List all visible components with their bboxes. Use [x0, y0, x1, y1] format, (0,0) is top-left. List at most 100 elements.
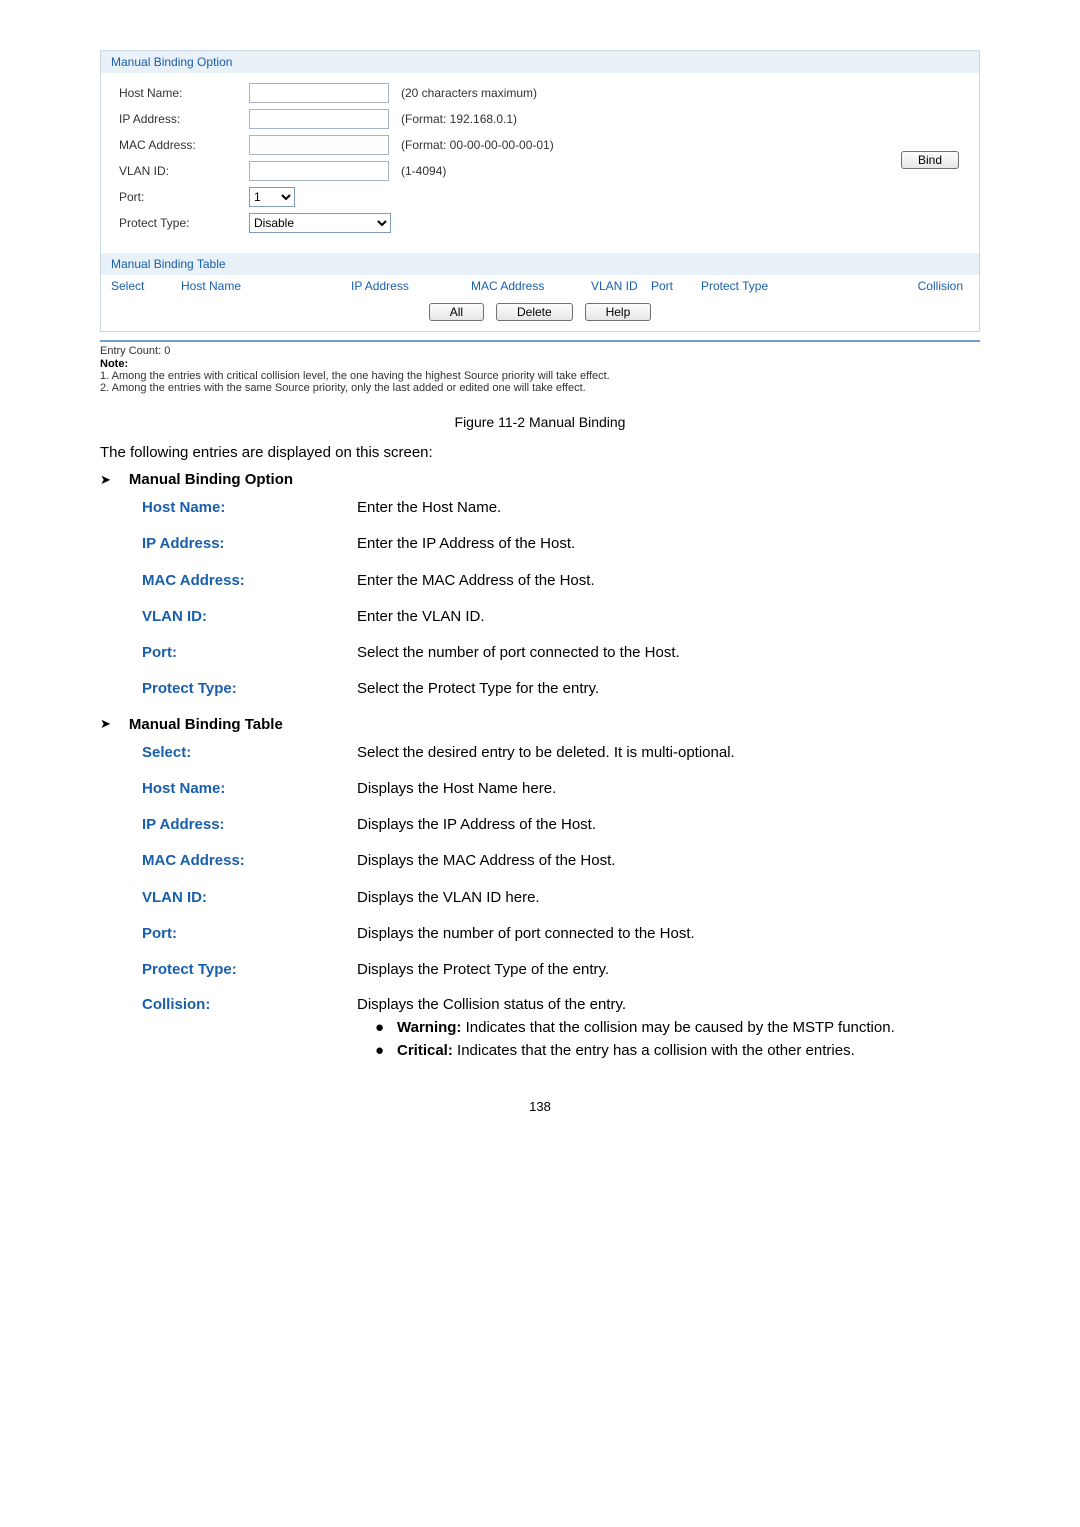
def-row: Host Name: Enter the Host Name.: [142, 498, 980, 518]
def-desc: Displays the VLAN ID here.: [357, 888, 980, 908]
collision-block: Collision: Displays the Collision status…: [142, 996, 980, 1013]
note-line-1: 1. Among the entries with critical colli…: [100, 370, 980, 382]
def-desc: Displays the MAC Address of the Host.: [357, 851, 980, 871]
def-desc: Select the desired entry to be deleted. …: [357, 743, 980, 763]
bullet-item: ● Warning: Indicates that the collision …: [375, 1019, 980, 1036]
def-term: IP Address:: [142, 534, 357, 554]
input-hostname[interactable]: [249, 83, 389, 103]
table-button-row: All Delete Help: [101, 297, 979, 331]
bullet-bold: Warning:: [397, 1019, 461, 1036]
option-body: Host Name: (20 characters maximum) IP Ad…: [101, 73, 979, 253]
select-protect-type[interactable]: Disable: [249, 213, 391, 233]
col-ptype: Protect Type: [701, 279, 811, 293]
col-mac: MAC Address: [471, 279, 591, 293]
label-vlan: VLAN ID:: [119, 164, 249, 178]
collision-term: Collision:: [142, 996, 357, 1013]
def-row: Protect Type: Select the Protect Type fo…: [142, 679, 980, 699]
hint-ip: (Format: 192.168.0.1): [401, 112, 517, 126]
def-row: Protect Type: Displays the Protect Type …: [142, 960, 980, 980]
table-section-header: Manual Binding Table: [101, 253, 979, 275]
bullet-item: ● Critical: Indicates that the entry has…: [375, 1042, 980, 1059]
def-term: Host Name:: [142, 779, 357, 799]
bullet-dot-icon: ●: [375, 1042, 397, 1059]
input-vlan[interactable]: [249, 161, 389, 181]
row-port: Port: 1: [119, 187, 961, 207]
def-row: MAC Address: Enter the MAC Address of th…: [142, 571, 980, 591]
section-b-title: Manual Binding Table: [129, 716, 283, 733]
delete-button[interactable]: Delete: [496, 303, 573, 321]
def-term: VLAN ID:: [142, 888, 357, 908]
def-desc: Enter the Host Name.: [357, 498, 980, 518]
def-desc: Select the Protect Type for the entry.: [357, 679, 980, 699]
bullet-dot-icon: ●: [375, 1019, 397, 1036]
entry-count: Entry Count: 0: [100, 345, 980, 357]
arrow-icon: ➤: [100, 716, 111, 732]
intro-text: The following entries are displayed on t…: [100, 444, 980, 461]
def-desc: Displays the Protect Type of the entry.: [357, 960, 980, 980]
section-a-title: Manual Binding Option: [129, 471, 293, 488]
collision-desc: Displays the Collision status of the ent…: [357, 996, 980, 1013]
bullet-rest: Indicates that the entry has a collision…: [453, 1042, 855, 1059]
row-ip: IP Address: (Format: 192.168.0.1): [119, 109, 961, 129]
col-hostname: Host Name: [181, 279, 351, 293]
hint-mac: (Format: 00-00-00-00-00-01): [401, 138, 554, 152]
col-ip: IP Address: [351, 279, 471, 293]
def-term: MAC Address:: [142, 571, 357, 591]
def-desc: Select the number of port connected to t…: [357, 643, 980, 663]
label-protect: Protect Type:: [119, 216, 249, 230]
bullet-text: Critical: Indicates that the entry has a…: [397, 1042, 980, 1059]
def-row: Host Name: Displays the Host Name here.: [142, 779, 980, 799]
collision-top: Collision: Displays the Collision status…: [142, 996, 980, 1013]
def-row: IP Address: Enter the IP Address of the …: [142, 534, 980, 554]
row-hostname: Host Name: (20 characters maximum): [119, 83, 961, 103]
all-button[interactable]: All: [429, 303, 484, 321]
table-columns: Select Host Name IP Address MAC Address …: [101, 275, 979, 297]
bullet-text: Warning: Indicates that the collision ma…: [397, 1019, 980, 1036]
label-mac: MAC Address:: [119, 138, 249, 152]
def-term: Host Name:: [142, 498, 357, 518]
manual-binding-panel: Manual Binding Option Host Name: (20 cha…: [100, 50, 980, 332]
def-row: VLAN ID: Displays the VLAN ID here.: [142, 888, 980, 908]
def-term: MAC Address:: [142, 851, 357, 871]
input-ip[interactable]: [249, 109, 389, 129]
col-vlan: VLAN ID: [591, 279, 651, 293]
collision-bullets: ● Warning: Indicates that the collision …: [375, 1019, 980, 1059]
def-term: Select:: [142, 743, 357, 763]
col-collision: Collision: [811, 279, 969, 293]
def-row: VLAN ID: Enter the VLAN ID.: [142, 607, 980, 627]
select-port[interactable]: 1: [249, 187, 295, 207]
bind-button[interactable]: Bind: [901, 151, 959, 169]
note-label: Note:: [100, 358, 980, 370]
def-row: Port: Select the number of port connecte…: [142, 643, 980, 663]
section-a-header: ➤ Manual Binding Option: [100, 471, 980, 488]
input-mac[interactable]: [249, 135, 389, 155]
label-hostname: Host Name:: [119, 86, 249, 100]
def-desc: Displays the Host Name here.: [357, 779, 980, 799]
def-desc: Enter the IP Address of the Host.: [357, 534, 980, 554]
def-term: IP Address:: [142, 815, 357, 835]
def-row: MAC Address: Displays the MAC Address of…: [142, 851, 980, 871]
def-term: Port:: [142, 643, 357, 663]
note-line-2: 2. Among the entries with the same Sourc…: [100, 382, 980, 394]
def-term: VLAN ID:: [142, 607, 357, 627]
def-row: Port: Displays the number of port connec…: [142, 924, 980, 944]
bullet-rest: Indicates that the collision may be caus…: [461, 1019, 894, 1036]
figure-caption: Figure 11-2 Manual Binding: [100, 414, 980, 430]
divider: [100, 340, 980, 342]
page-number: 138: [100, 1099, 980, 1114]
section-b-header: ➤ Manual Binding Table: [100, 716, 980, 733]
label-port: Port:: [119, 190, 249, 204]
def-term: Port:: [142, 924, 357, 944]
hint-hostname: (20 characters maximum): [401, 86, 537, 100]
help-button[interactable]: Help: [585, 303, 652, 321]
bullet-bold: Critical:: [397, 1042, 453, 1059]
col-select: Select: [111, 279, 181, 293]
def-term: Protect Type:: [142, 679, 357, 699]
def-row: IP Address: Displays the IP Address of t…: [142, 815, 980, 835]
arrow-icon: ➤: [100, 472, 111, 488]
def-desc: Enter the MAC Address of the Host.: [357, 571, 980, 591]
def-desc: Displays the number of port connected to…: [357, 924, 980, 944]
def-row: Select: Select the desired entry to be d…: [142, 743, 980, 763]
col-port: Port: [651, 279, 701, 293]
def-desc: Displays the IP Address of the Host.: [357, 815, 980, 835]
